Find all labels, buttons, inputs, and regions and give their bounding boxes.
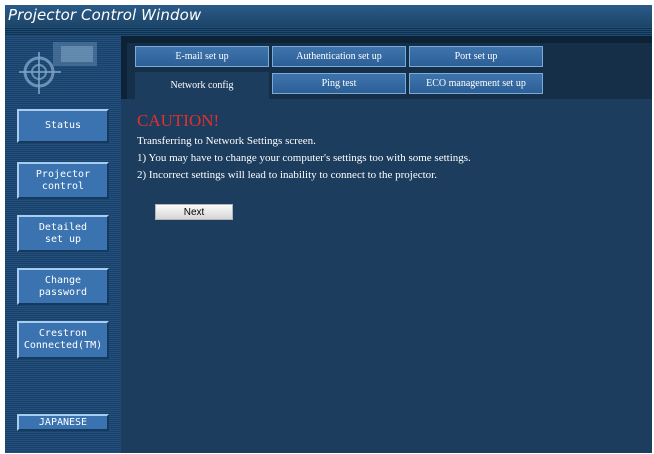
- sidebar-item-change-password[interactable]: Change password: [17, 268, 109, 305]
- sidebar-item-crestron-connected[interactable]: Crestron Connected(TM): [17, 321, 109, 359]
- tab-bar: E-mail set up Authentication set up Port…: [121, 36, 652, 99]
- japanese-button[interactable]: JAPANESE: [17, 414, 109, 431]
- japanese-button-label: JAPANESE: [38, 416, 88, 428]
- sidebar-item-detailed-set-up[interactable]: Detailed set up: [17, 215, 109, 252]
- window-title: Projector Control Window: [8, 6, 202, 24]
- tab-authentication-set-up[interactable]: Authentication set up: [272, 46, 406, 67]
- transfer-message: Transferring to Network Settings screen.: [137, 135, 316, 147]
- tab-eco-management-set-up[interactable]: ECO management set up: [409, 73, 543, 94]
- sidebar-item-status[interactable]: Status: [17, 109, 109, 143]
- sidebar-item-label: Detailed set up: [38, 221, 88, 245]
- tab-port-set-up[interactable]: Port set up: [409, 46, 543, 67]
- tab-ping-test[interactable]: Ping test: [272, 73, 406, 94]
- caution-heading: CAUTION!: [137, 111, 220, 130]
- main-content: E-mail set up Authentication set up Port…: [121, 36, 652, 453]
- tab-network-config[interactable]: Network config: [135, 72, 269, 99]
- title-stripes: [5, 27, 652, 36]
- warning-item-1: 1) You may have to change your computer'…: [137, 152, 471, 164]
- projector-control-window: Projector Control Window Status Projecto…: [5, 5, 652, 453]
- sidebar-item-label: Projector control: [35, 168, 91, 192]
- sidebar-item-label: Status: [44, 120, 82, 131]
- next-button[interactable]: Next: [155, 204, 233, 220]
- crosshair-logo-icon: [19, 42, 97, 94]
- logo-area: [5, 36, 121, 98]
- sidebar-item-label: Crestron Connected(TM): [23, 328, 103, 351]
- sidebar-item-label: Change password: [38, 274, 88, 298]
- title-bar: Projector Control Window: [5, 5, 652, 27]
- sidebar-item-projector-control[interactable]: Projector control: [17, 162, 109, 199]
- sidebar: Status Projector control Detailed set up…: [5, 36, 121, 453]
- warning-item-2: 2) Incorrect settings will lead to inabi…: [137, 169, 437, 181]
- tab-email-set-up[interactable]: E-mail set up: [135, 46, 269, 67]
